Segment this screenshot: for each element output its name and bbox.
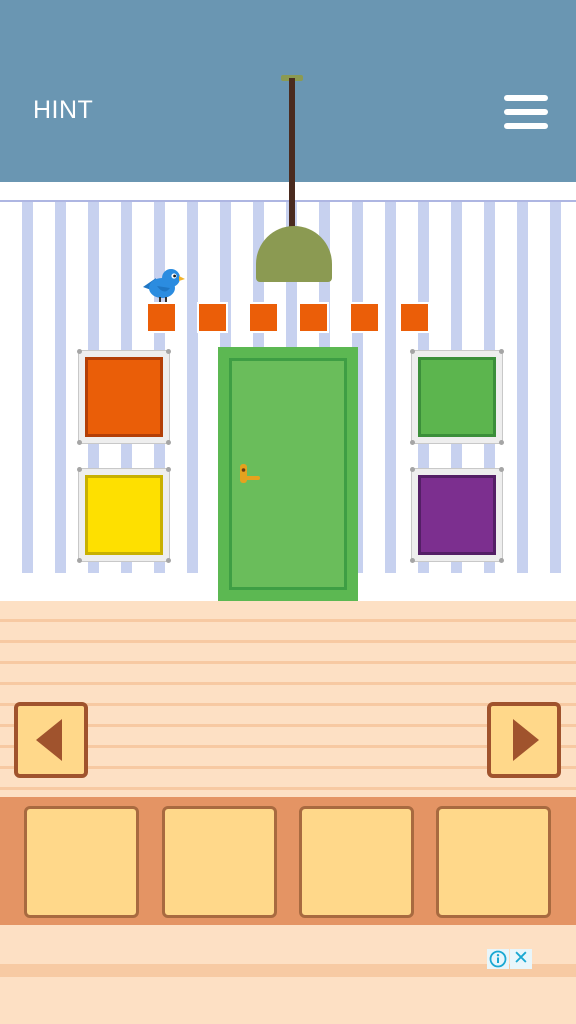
frame-canvas xyxy=(418,475,496,555)
inventory-slot-3[interactable] xyxy=(299,806,414,918)
color-code-square[interactable] xyxy=(349,302,380,333)
frame-canvas xyxy=(85,357,163,437)
inventory-bar xyxy=(0,797,576,925)
frame-canvas xyxy=(85,475,163,555)
inventory-slot-2[interactable] xyxy=(162,806,277,918)
hamburger-menu-icon[interactable] xyxy=(504,95,548,129)
color-code-square[interactable] xyxy=(146,302,177,333)
door-handle-icon[interactable] xyxy=(239,463,261,487)
frame-canvas xyxy=(418,357,496,437)
green-picture-frame[interactable] xyxy=(410,349,504,445)
inventory-slot-1[interactable] xyxy=(24,806,139,918)
green-door[interactable] xyxy=(218,347,358,601)
orange-picture-frame[interactable] xyxy=(77,349,171,445)
blue-bird[interactable] xyxy=(140,264,186,304)
inventory-slot-4[interactable] xyxy=(436,806,551,918)
yellow-picture-frame[interactable] xyxy=(77,467,171,563)
color-code-square[interactable] xyxy=(248,302,279,333)
left-arrow-icon xyxy=(36,719,62,761)
color-code-square[interactable] xyxy=(298,302,329,333)
info-icon[interactable] xyxy=(487,949,509,969)
hint-button[interactable]: HINT xyxy=(33,96,93,125)
header-bar xyxy=(0,0,576,182)
lamp-cord xyxy=(289,78,295,228)
right-arrow-button[interactable] xyxy=(487,702,561,778)
left-arrow-button[interactable] xyxy=(14,702,88,778)
right-arrow-icon xyxy=(513,719,539,761)
wall-top-trim xyxy=(0,182,576,200)
color-code-square[interactable] xyxy=(197,302,228,333)
color-code-square[interactable] xyxy=(399,302,430,333)
purple-picture-frame[interactable] xyxy=(410,467,504,563)
close-icon[interactable]: ✕ xyxy=(510,949,532,969)
